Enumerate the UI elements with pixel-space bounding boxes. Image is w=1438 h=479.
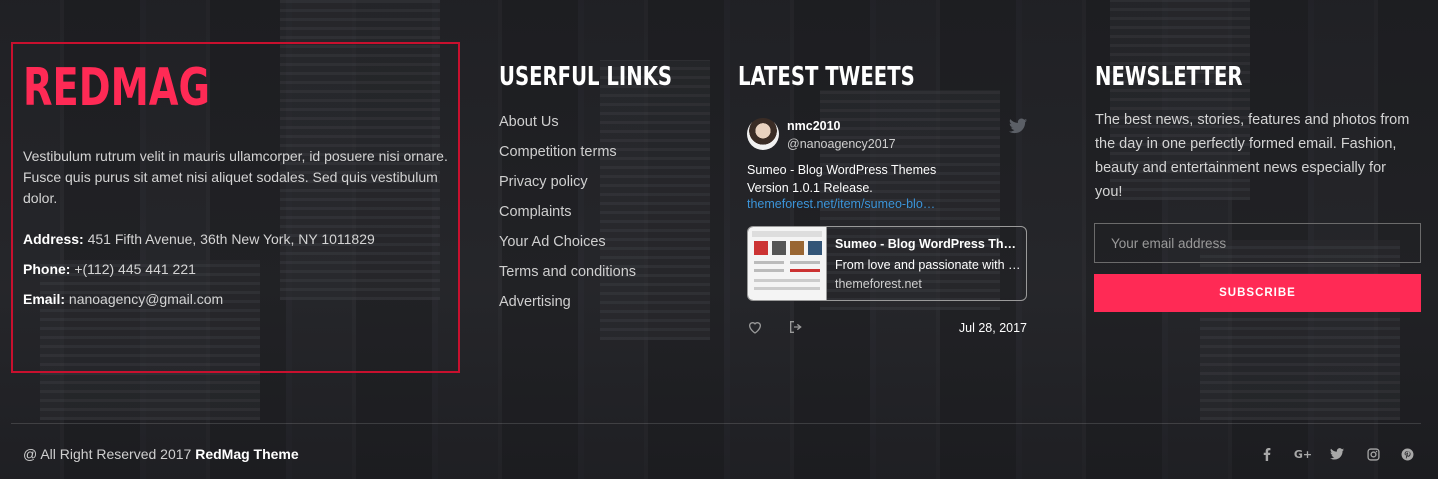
- tweet-actions: Jul 28, 2017: [747, 319, 1027, 339]
- theme-link[interactable]: RedMag Theme: [195, 446, 298, 462]
- google-plus-icon[interactable]: G+: [1293, 446, 1313, 462]
- twitter-icon[interactable]: [1329, 446, 1345, 462]
- phone-value: +(112) 445 441 221: [70, 261, 196, 277]
- tweet-link[interactable]: themeforest.net/item/sumeo-blo…: [747, 197, 935, 211]
- address-label: Address:: [23, 231, 84, 247]
- brand-description: Vestibulum rutrum velit in mauris ullamc…: [23, 148, 448, 206]
- share-icon[interactable]: [788, 319, 804, 335]
- preview-thumbnail: [748, 227, 827, 300]
- phone-line: Phone: +(112) 445 441 221: [23, 261, 196, 277]
- link-competition-terms[interactable]: Competition terms: [499, 142, 636, 172]
- email-line: Email: nanoagency@gmail.com: [23, 291, 223, 307]
- email-label: Email:: [23, 291, 66, 307]
- tweet-handle[interactable]: @nanoagency2017: [787, 137, 896, 151]
- facebook-icon[interactable]: [1259, 446, 1275, 462]
- heart-icon[interactable]: [747, 319, 763, 335]
- tweet-username[interactable]: nmc2010: [787, 119, 841, 133]
- link-terms-conditions[interactable]: Terms and conditions: [499, 262, 636, 292]
- tweet-avatar[interactable]: [747, 118, 779, 150]
- preview-title: Sumeo - Blog WordPress The…: [835, 237, 1021, 251]
- pinterest-icon[interactable]: [1399, 446, 1415, 462]
- latest-tweets-title: LATEST TWEETS: [738, 62, 915, 92]
- useful-links-list: About Us Competition terms Privacy polic…: [499, 112, 636, 322]
- useful-links-title: USERFUL LINKS: [499, 62, 673, 92]
- phone-label: Phone:: [23, 261, 71, 277]
- link-advertising[interactable]: Advertising: [499, 292, 636, 322]
- tweet-text: Sumeo - Blog WordPress Themes Version 1.…: [747, 163, 937, 195]
- site-logo[interactable]: REDMAG: [23, 58, 210, 118]
- newsletter-description: The best news, stories, features and pho…: [1095, 112, 1410, 200]
- email-value[interactable]: nanoagency@gmail.com: [65, 291, 223, 307]
- newsletter-email-input[interactable]: [1094, 223, 1421, 263]
- copyright-label: @ All Right Reserved 2017: [23, 446, 196, 462]
- tweet-date[interactable]: Jul 28, 2017: [959, 321, 1027, 335]
- address-value: 451 Fifth Avenue, 36th New York, NY 1011…: [83, 231, 375, 247]
- preview-domain: themeforest.net: [835, 277, 922, 291]
- newsletter-title: NEWSLETTER: [1095, 62, 1243, 92]
- link-privacy-policy[interactable]: Privacy policy: [499, 172, 636, 202]
- footer-divider: [11, 423, 1421, 424]
- subscribe-button[interactable]: SUBSCRIBE: [1094, 274, 1421, 312]
- link-complaints[interactable]: Complaints: [499, 202, 636, 232]
- link-about-us[interactable]: About Us: [499, 112, 636, 142]
- tweet-link-preview[interactable]: Sumeo - Blog WordPress The… From love an…: [747, 226, 1027, 301]
- preview-description: From love and passionate with …: [835, 258, 1021, 272]
- instagram-icon[interactable]: [1365, 446, 1381, 462]
- copyright-text: @ All Right Reserved 2017 RedMag Theme: [23, 446, 299, 462]
- link-ad-choices[interactable]: Your Ad Choices: [499, 232, 636, 262]
- twitter-bird-icon[interactable]: [1009, 118, 1027, 134]
- address-line: Address: 451 Fifth Avenue, 36th New York…: [23, 231, 375, 247]
